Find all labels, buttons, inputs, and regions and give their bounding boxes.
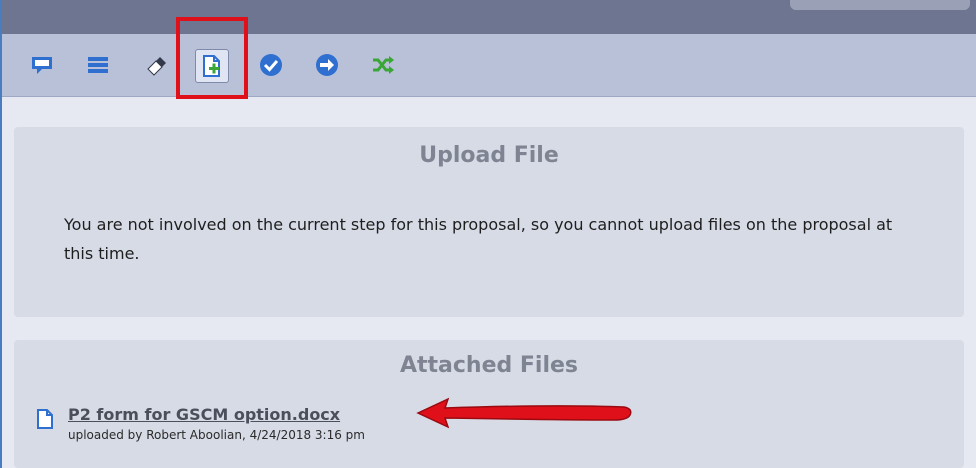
toolbar xyxy=(2,34,976,97)
upload-unavailable-message: You are not involved on the current step… xyxy=(64,215,893,263)
approve-check-icon[interactable] xyxy=(257,51,285,79)
forward-arrow-icon[interactable] xyxy=(313,51,341,79)
comment-icon[interactable] xyxy=(28,51,56,79)
upload-file-panel: Upload File You are not involved on the … xyxy=(14,127,964,317)
annotation-arrow-icon xyxy=(416,397,632,429)
title-bar xyxy=(2,0,976,34)
attached-files-title: Attached Files xyxy=(399,353,579,378)
document-icon[interactable] xyxy=(36,408,54,434)
attached-file-meta: uploaded by Robert Aboolian, 4/24/2018 3… xyxy=(68,428,365,442)
app-window: Upload File You are not involved on the … xyxy=(0,0,976,468)
title-bar-decoration xyxy=(790,0,970,10)
list-icon[interactable] xyxy=(84,51,112,79)
attached-file-link[interactable]: P2 form for GSCM option.docx xyxy=(68,405,340,424)
upload-file-title: Upload File xyxy=(419,143,559,168)
shuffle-icon[interactable] xyxy=(369,51,397,79)
eraser-icon[interactable] xyxy=(142,51,170,79)
annotation-highlight-box xyxy=(176,17,248,99)
